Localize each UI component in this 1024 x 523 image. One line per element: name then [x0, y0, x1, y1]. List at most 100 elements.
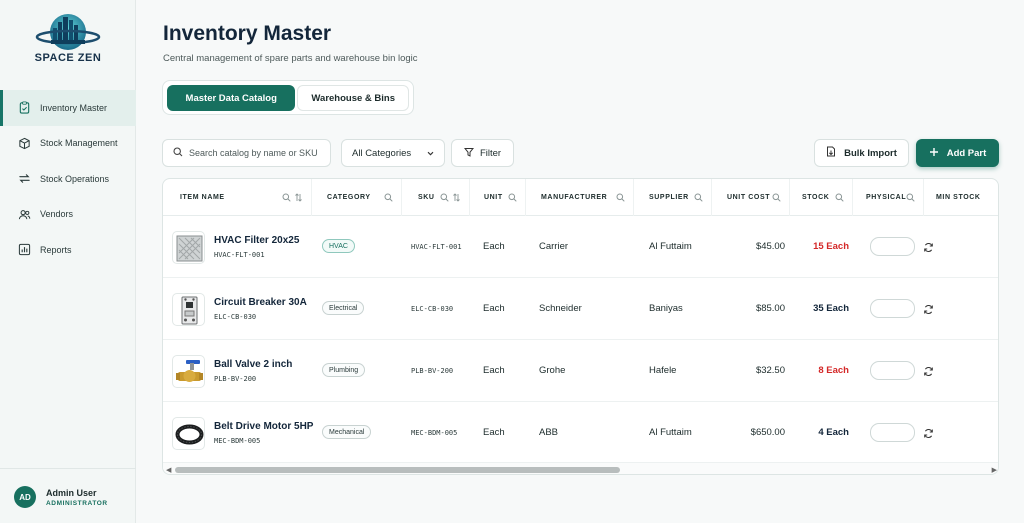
- product-thumbnail: [172, 417, 205, 450]
- sidebar-item-label: Stock Operations: [40, 173, 110, 184]
- scroll-right-icon[interactable]: ▶: [992, 466, 997, 474]
- item-name[interactable]: Circuit Breaker 30A: [214, 297, 307, 308]
- unit-cost-cell: $650.00: [750, 427, 785, 438]
- item-sku: ELC-CB-030: [214, 313, 257, 321]
- item-name[interactable]: Ball Valve 2 inch: [214, 359, 292, 370]
- add-part-button[interactable]: Add Part: [916, 139, 999, 167]
- sidebar-item-inventory-master[interactable]: Inventory Master: [0, 90, 136, 126]
- tab-master-data-catalog[interactable]: Master Data Catalog: [167, 85, 296, 111]
- search-icon[interactable]: [508, 193, 517, 204]
- search-icon: [173, 144, 183, 162]
- bulk-import-button[interactable]: Bulk Import: [814, 139, 909, 167]
- unit-cell: Each: [483, 241, 505, 252]
- box-icon: [18, 137, 31, 150]
- scroll-left-icon[interactable]: ◀: [166, 466, 171, 474]
- item-sku: PLB-BV-200: [214, 375, 257, 383]
- avatar: AD: [14, 486, 36, 508]
- sidebar-item-reports[interactable]: Reports: [0, 232, 136, 268]
- search-icon[interactable]: [694, 193, 703, 204]
- search-icon[interactable]: [440, 193, 449, 204]
- user-role: ADMINISTRATOR: [46, 500, 108, 507]
- physical-count-input[interactable]: [870, 361, 915, 380]
- supplier-cell: Hafele: [649, 365, 677, 376]
- sync-icon[interactable]: [923, 364, 934, 382]
- category-select-value: All Categories: [352, 147, 412, 159]
- sidebar-item-stock-operations[interactable]: Stock Operations: [0, 161, 136, 197]
- search-icon[interactable]: [772, 193, 781, 204]
- column-header-category[interactable]: CATEGORY: [312, 179, 402, 216]
- page-subtitle: Central management of spare parts and wa…: [163, 53, 418, 64]
- unit-cost-cell: $32.50: [755, 365, 785, 376]
- column-header-unit[interactable]: UNIT: [470, 179, 526, 216]
- filter-button[interactable]: Filter: [451, 139, 514, 167]
- category-badge: HVAC: [322, 239, 355, 253]
- chart-icon: [18, 243, 31, 256]
- column-header-unit-cost[interactable]: UNIT COST: [712, 179, 790, 216]
- search-icon[interactable]: [616, 193, 625, 204]
- physical-count-input[interactable]: [870, 423, 915, 442]
- sort-icon[interactable]: [294, 193, 303, 204]
- search-icon[interactable]: [282, 193, 291, 204]
- column-header-manufacturer[interactable]: MANUFACTURER: [526, 179, 634, 216]
- supplier-cell: Al Futtaim: [649, 241, 692, 252]
- sidebar-item-label: Inventory Master: [40, 102, 108, 113]
- sku-cell: ELC-CB-030: [411, 304, 454, 313]
- sku-cell: PLB-BV-200: [411, 366, 454, 375]
- search-input[interactable]: [189, 148, 329, 158]
- column-header-min-stock[interactable]: MIN STOCK: [924, 179, 998, 216]
- table-row[interactable]: Ball Valve 2 inch PLB-BV-200 Plumbing PL…: [163, 340, 998, 402]
- search-icon[interactable]: [906, 193, 915, 204]
- table-row[interactable]: Belt Drive Motor 5HP MEC-BDM-005 Mechani…: [163, 402, 998, 464]
- table-row[interactable]: HVAC Filter 20x25 HVAC-FLT-001 HVAC HVAC…: [163, 216, 998, 278]
- search-icon[interactable]: [384, 193, 393, 204]
- chevron-down-icon: [426, 149, 435, 161]
- table-row[interactable]: Circuit Breaker 30A ELC-CB-030 Electrica…: [163, 278, 998, 340]
- scroll-thumb[interactable]: [175, 467, 620, 473]
- unit-cost-cell: $45.00: [755, 241, 785, 252]
- physical-count-input[interactable]: [870, 299, 915, 318]
- page-title: Inventory Master: [163, 22, 332, 45]
- sync-icon[interactable]: [923, 426, 934, 444]
- unit-cost-cell: $85.00: [755, 303, 785, 314]
- app-logo[interactable]: SPACE ZEN: [0, 8, 136, 72]
- item-name[interactable]: Belt Drive Motor 5HP: [214, 421, 313, 432]
- physical-count-input[interactable]: [870, 237, 915, 256]
- sku-cell: MEC-BDM-005: [411, 428, 458, 437]
- sidebar-item-label: Stock Management: [40, 138, 118, 149]
- sort-icon[interactable]: [452, 193, 461, 204]
- supplier-cell: Baniyas: [649, 303, 683, 314]
- sku-cell: HVAC-FLT-001: [411, 242, 462, 251]
- add-part-label: Add Part: [946, 147, 987, 159]
- logo-text: SPACE ZEN: [34, 52, 102, 64]
- item-name[interactable]: HVAC Filter 20x25: [214, 235, 299, 246]
- inventory-table: ITEM NAME CATEGORY SKU UNIT MANUFACTURER…: [162, 178, 999, 475]
- column-header-stock[interactable]: STOCK: [790, 179, 853, 216]
- item-sku: HVAC-FLT-001: [214, 251, 265, 259]
- category-badge: Plumbing: [322, 363, 366, 377]
- user-profile[interactable]: AD Admin User ADMINISTRATOR: [0, 468, 136, 523]
- sidebar-item-stock-management[interactable]: Stock Management: [0, 126, 136, 162]
- filter-icon: [463, 147, 474, 160]
- sidebar-item-label: Reports: [40, 244, 72, 255]
- manufacturer-cell: Carrier: [539, 241, 569, 252]
- product-thumbnail: [172, 231, 205, 264]
- sync-icon[interactable]: [923, 240, 934, 258]
- search-icon[interactable]: [835, 193, 844, 204]
- search-box[interactable]: [162, 139, 331, 167]
- bulk-import-label: Bulk Import: [844, 147, 897, 159]
- sidebar-item-vendors[interactable]: Vendors: [0, 197, 136, 233]
- item-sku: MEC-BDM-005: [214, 437, 261, 445]
- unit-cell: Each: [483, 427, 505, 438]
- stock-cell: 35 Each: [813, 303, 849, 314]
- column-header-item-name[interactable]: ITEM NAME: [163, 179, 312, 216]
- category-select[interactable]: All Categories: [341, 139, 445, 167]
- sync-icon[interactable]: [923, 302, 934, 320]
- column-header-sku[interactable]: SKU: [402, 179, 470, 216]
- horizontal-scrollbar[interactable]: ◀ ▶: [163, 462, 998, 474]
- tab-warehouse-bins[interactable]: Warehouse & Bins: [297, 85, 409, 111]
- column-header-physical[interactable]: PHYSICAL: [853, 179, 924, 216]
- logo-globe-icon: [35, 14, 101, 50]
- column-header-supplier[interactable]: SUPPLIER: [634, 179, 712, 216]
- unit-cell: Each: [483, 365, 505, 376]
- filter-label: Filter: [479, 147, 502, 159]
